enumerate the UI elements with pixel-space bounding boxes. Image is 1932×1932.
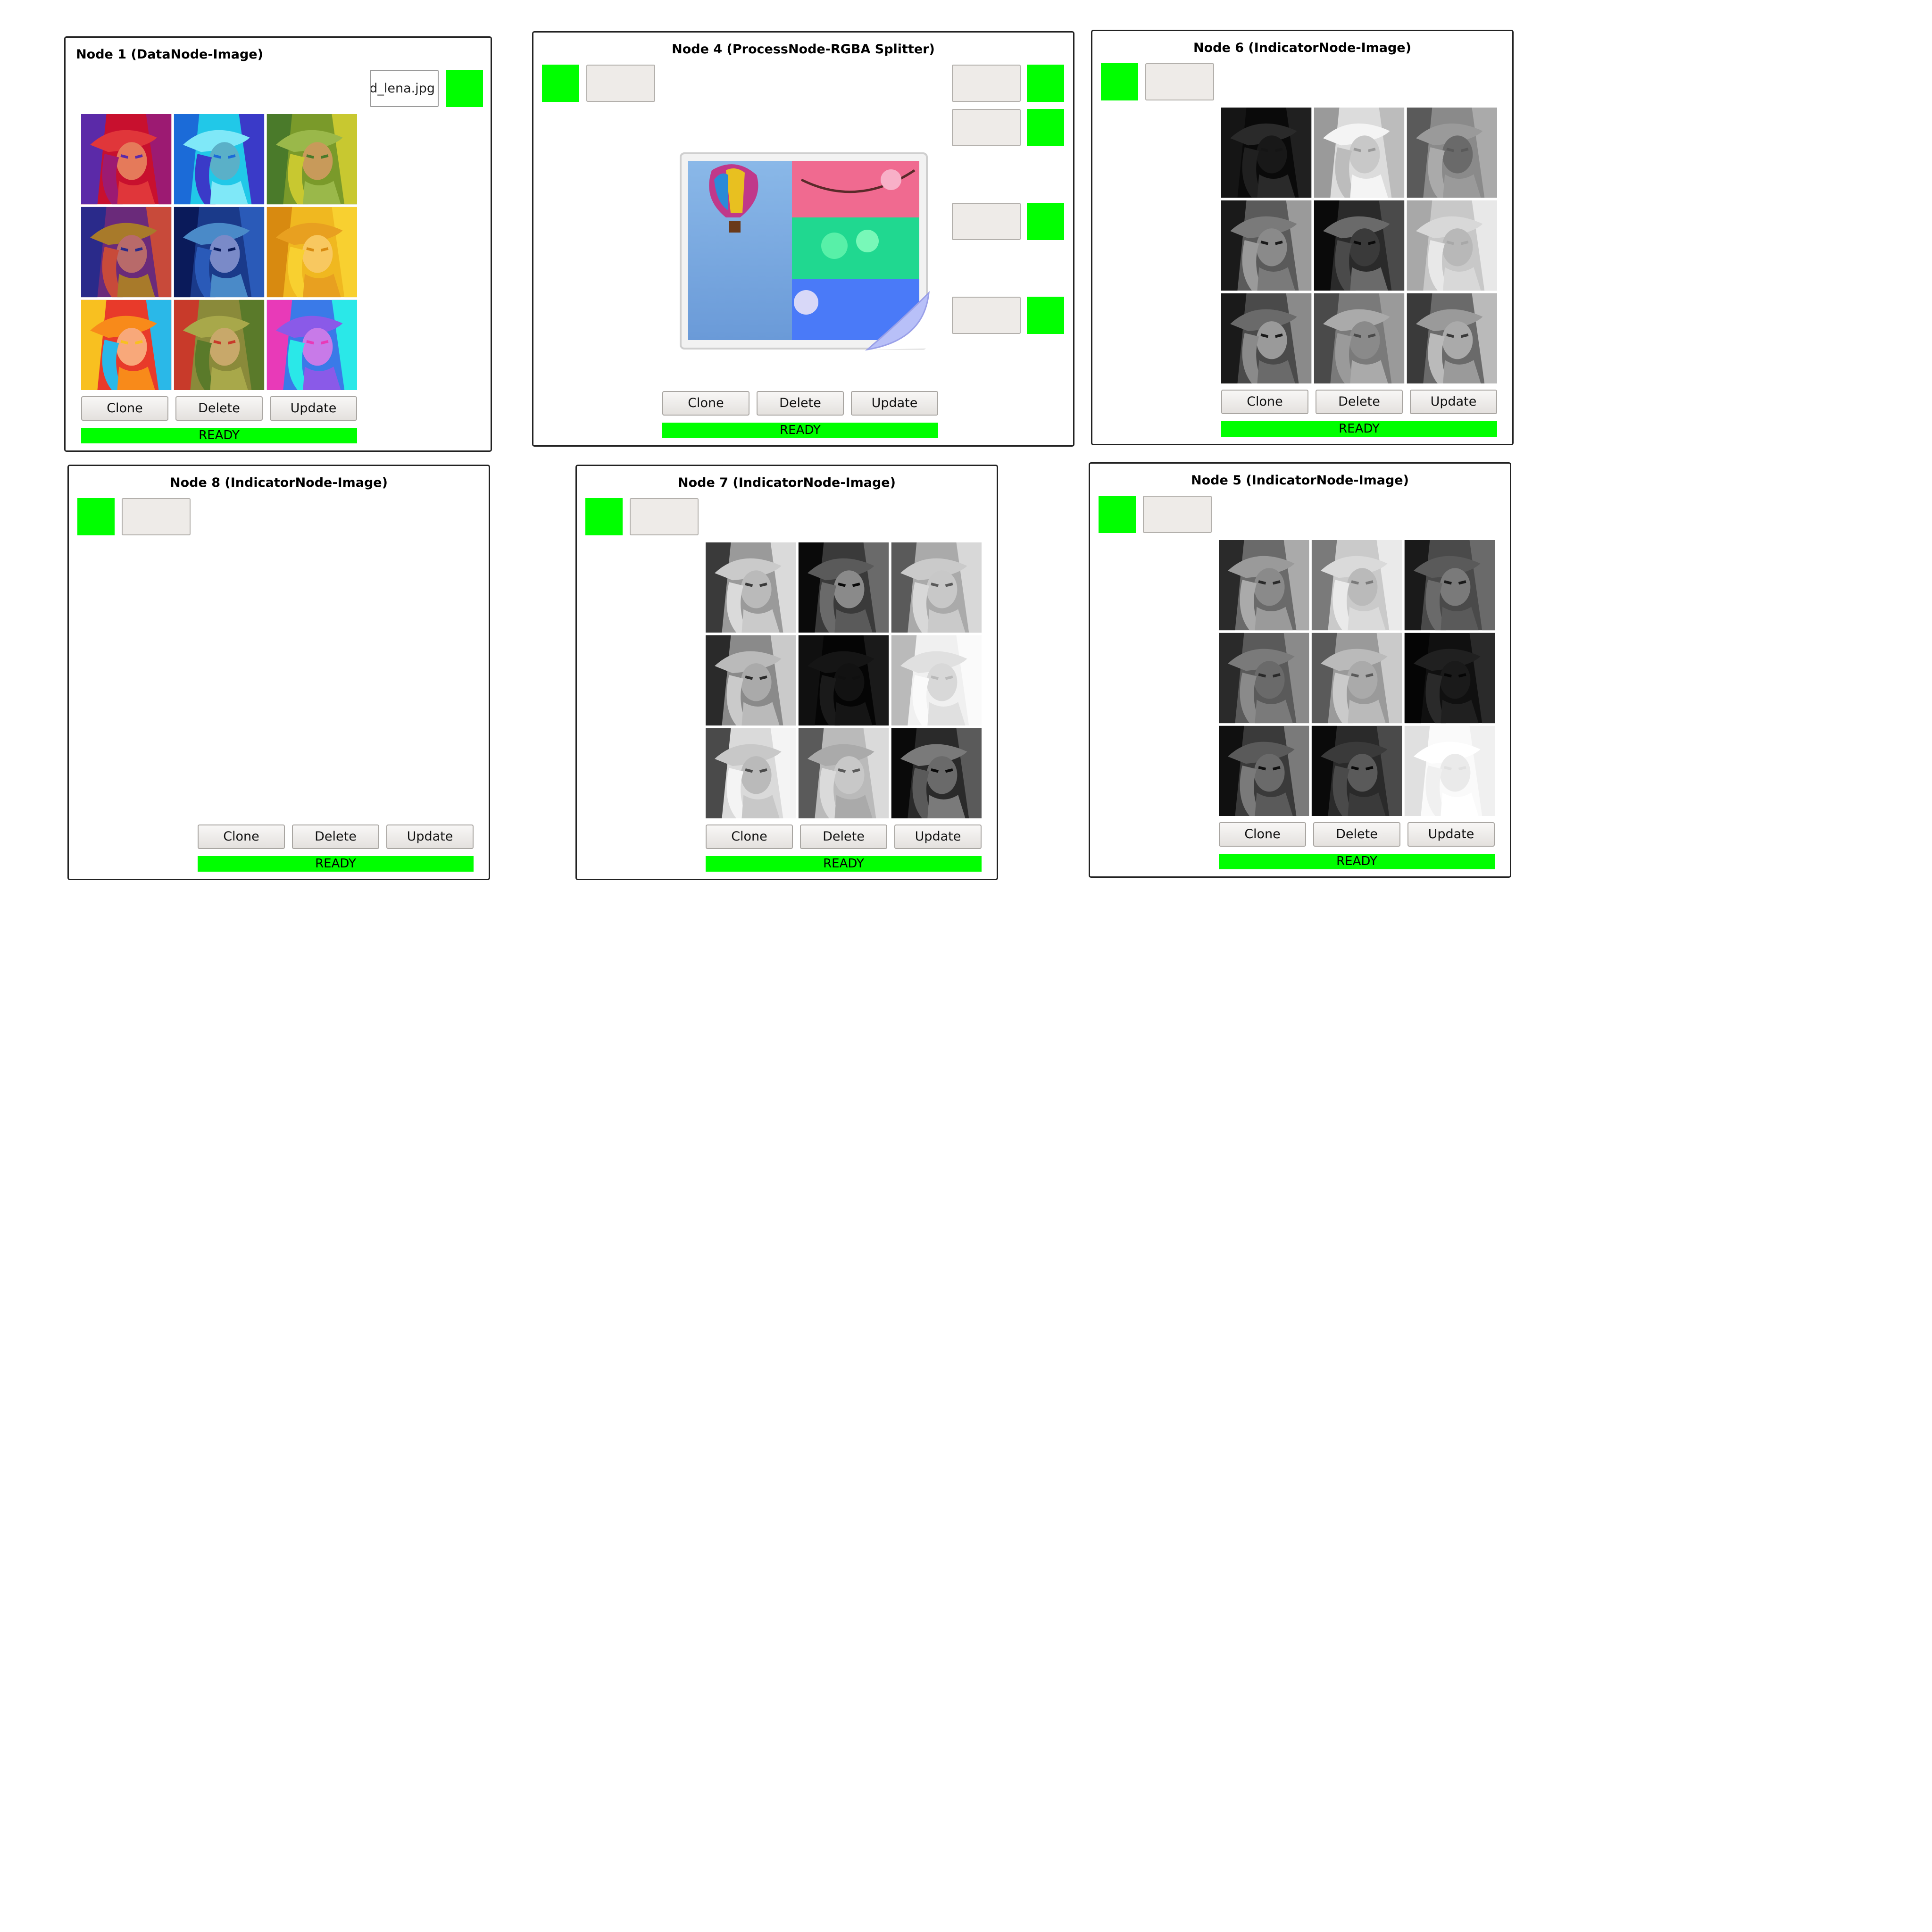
- node-6-panel[interactable]: Node 6 (IndicatorNode-Image) Clone Delet…: [1091, 30, 1514, 445]
- grayscale-lena-grid: [1219, 540, 1495, 816]
- node-title: Node 7 (IndicatorNode-Image): [678, 475, 896, 490]
- output-port-g[interactable]: [1027, 109, 1064, 146]
- output-port-r[interactable]: [1027, 65, 1064, 102]
- input-field[interactable]: [1145, 63, 1214, 100]
- node-title: Node 6 (IndicatorNode-Image): [1193, 41, 1411, 55]
- output-port[interactable]: [446, 70, 483, 107]
- image-preview: [81, 114, 357, 390]
- delete-button[interactable]: Delete: [175, 396, 263, 421]
- delete-button[interactable]: Delete: [757, 391, 844, 416]
- update-button[interactable]: Update: [270, 396, 357, 421]
- status-bar: READY: [81, 428, 357, 443]
- image-preview: [706, 542, 982, 818]
- output-field-a[interactable]: [952, 297, 1021, 334]
- input-port[interactable]: [542, 65, 579, 102]
- input-port[interactable]: [585, 498, 623, 535]
- output-port-a[interactable]: [1027, 297, 1064, 334]
- input-port[interactable]: [77, 498, 115, 535]
- node-title: Node 1 (DataNode-Image): [76, 47, 263, 62]
- node-title: Node 5 (IndicatorNode-Image): [1191, 473, 1409, 488]
- status-bar: READY: [1219, 854, 1495, 869]
- node-1-panel[interactable]: Node 1 (DataNode-Image) d_lena.jpg Clone…: [64, 36, 492, 452]
- grayscale-lena-grid: [706, 542, 982, 818]
- clone-button[interactable]: Clone: [1221, 390, 1308, 414]
- status-bar: READY: [198, 856, 474, 872]
- update-button[interactable]: Update: [894, 824, 982, 849]
- output-field-r[interactable]: [952, 65, 1021, 102]
- output-field-b[interactable]: [952, 203, 1021, 240]
- input-port[interactable]: [1099, 496, 1136, 533]
- clone-button[interactable]: Clone: [706, 824, 793, 849]
- update-button[interactable]: Update: [1407, 822, 1495, 847]
- delete-button[interactable]: Delete: [1316, 390, 1403, 414]
- node-title: Node 4 (ProcessNode-RGBA Splitter): [672, 42, 935, 57]
- grayscale-lena-grid: [1221, 108, 1497, 383]
- node-5-panel[interactable]: Node 5 (IndicatorNode-Image) Clone Delet…: [1089, 462, 1511, 878]
- delete-button[interactable]: Delete: [1313, 822, 1400, 847]
- status-bar: READY: [706, 856, 982, 872]
- update-button[interactable]: Update: [851, 391, 938, 416]
- image-preview: [1219, 540, 1495, 816]
- input-field[interactable]: [122, 498, 191, 535]
- delete-button[interactable]: Delete: [800, 824, 887, 849]
- input-field[interactable]: [630, 498, 699, 535]
- node-title: Node 8 (IndicatorNode-Image): [170, 475, 388, 490]
- rgba-splitter-icon: [679, 151, 933, 354]
- status-bar: READY: [662, 423, 938, 438]
- input-port[interactable]: [1101, 63, 1138, 100]
- image-preview: [1221, 108, 1497, 383]
- update-button[interactable]: Update: [386, 824, 474, 849]
- output-field-g[interactable]: [952, 109, 1021, 146]
- clone-button[interactable]: Clone: [81, 396, 168, 421]
- status-bar: READY: [1221, 421, 1497, 437]
- node-4-panel[interactable]: Node 4 (ProcessNode-RGBA Splitter) Clone…: [532, 31, 1074, 447]
- node-8-panel[interactable]: Node 8 (IndicatorNode-Image) Clone Delet…: [67, 465, 490, 880]
- output-port-b[interactable]: [1027, 203, 1064, 240]
- clone-button[interactable]: Clone: [1219, 822, 1306, 847]
- delete-button[interactable]: Delete: [292, 824, 379, 849]
- update-button[interactable]: Update: [1410, 390, 1497, 414]
- color-lena-grid: [81, 114, 357, 390]
- input-field[interactable]: [586, 65, 655, 102]
- node-7-panel[interactable]: Node 7 (IndicatorNode-Image) Clone Delet…: [575, 465, 998, 880]
- filename-field[interactable]: d_lena.jpg: [370, 70, 439, 107]
- clone-button[interactable]: Clone: [662, 391, 749, 416]
- input-field[interactable]: [1143, 496, 1212, 533]
- clone-button[interactable]: Clone: [198, 824, 285, 849]
